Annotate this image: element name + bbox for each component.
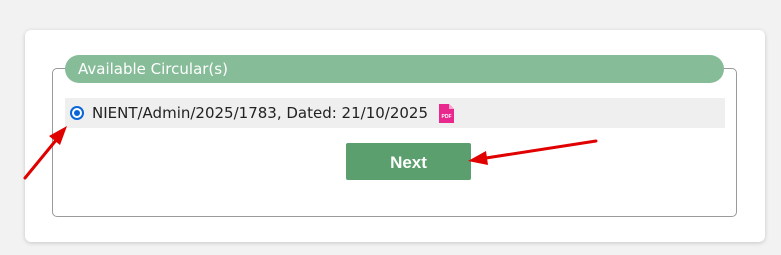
pdf-icon-label: PDF [442,114,452,120]
circular-row[interactable]: NIENT/Admin/2025/1783, Dated: 21/10/2025… [65,98,725,128]
circular-radio-button[interactable] [70,106,84,120]
fieldset-legend: Available Circular(s) [65,55,724,83]
next-button[interactable]: Next [346,143,471,180]
pdf-icon[interactable]: PDF [439,103,455,123]
circular-label: NIENT/Admin/2025/1783, Dated: 21/10/2025 [92,104,429,122]
